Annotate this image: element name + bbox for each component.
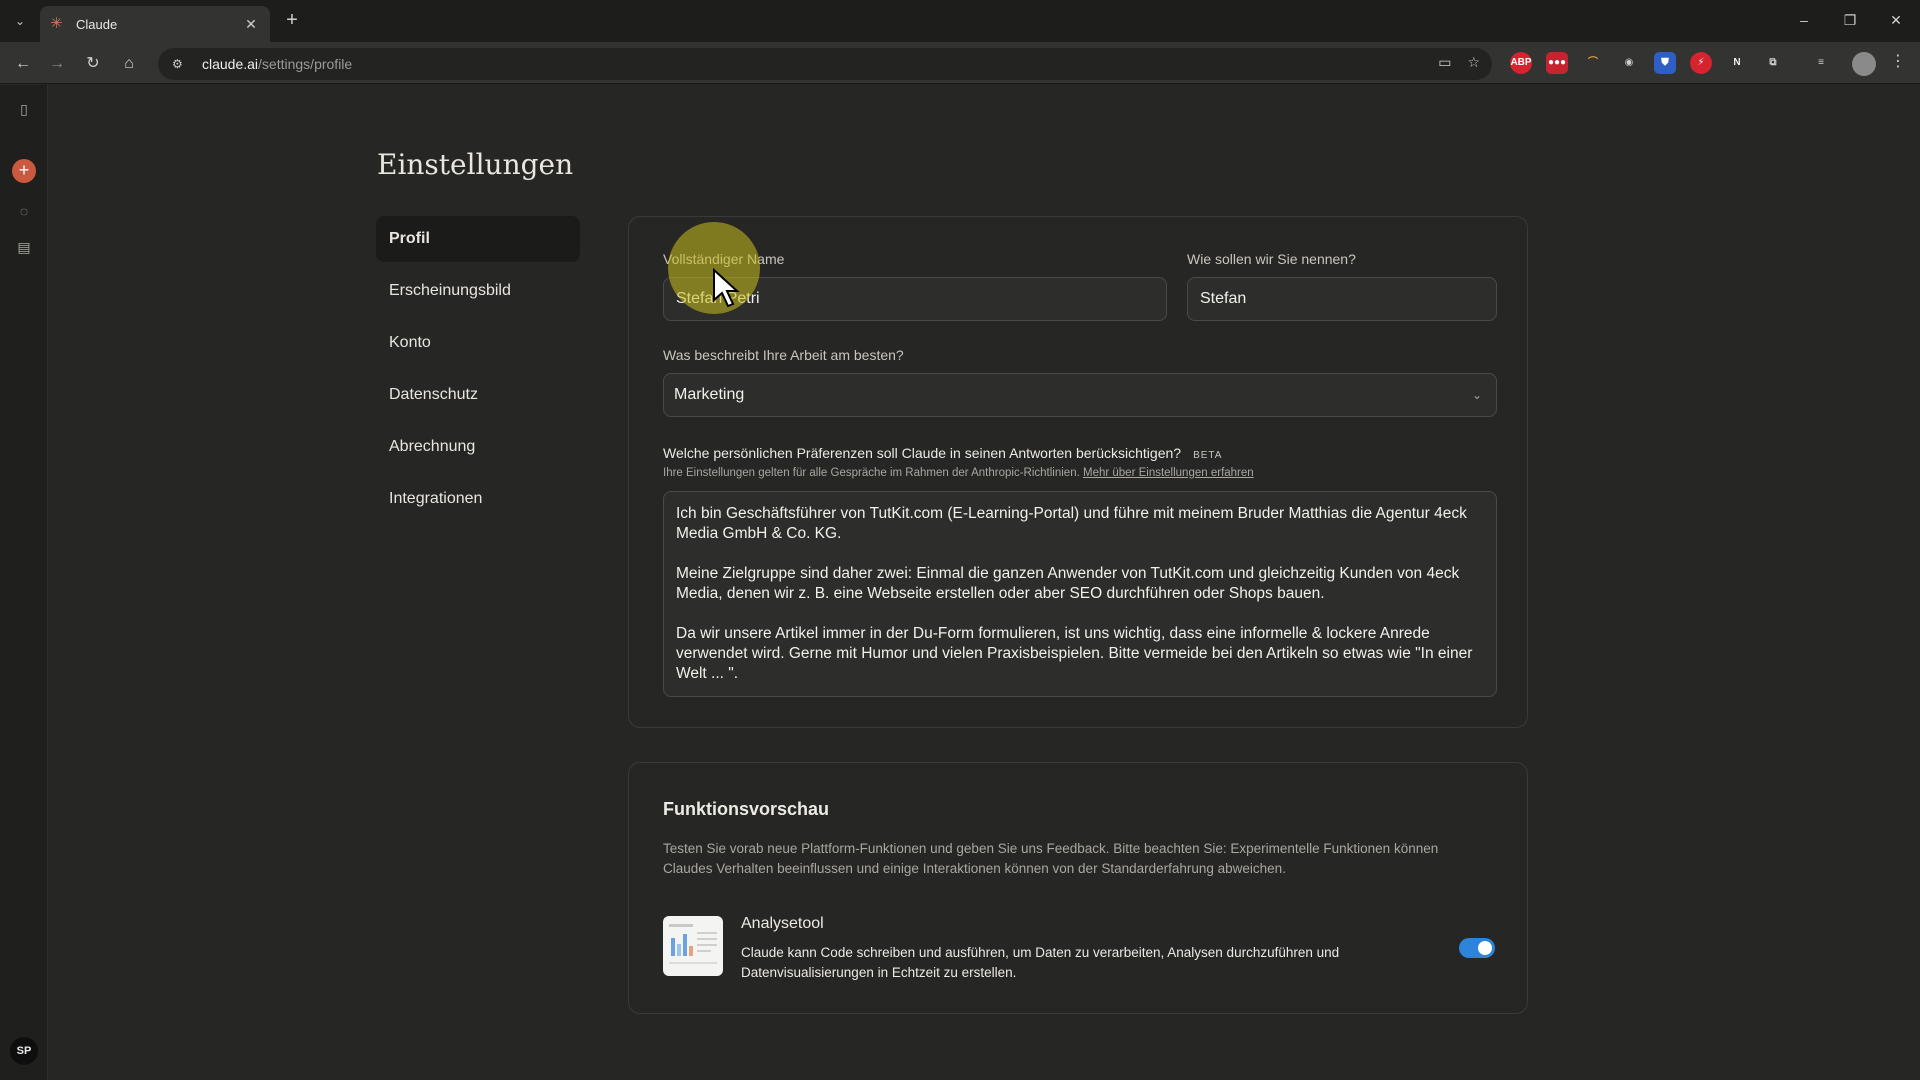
tab-list-chevron-icon[interactable]: ⌄ (8, 9, 32, 33)
settings-nav: Profil Erscheinungsbild Konto Datenschut… (376, 216, 580, 528)
work-select[interactable]: Marketing ⌄ (663, 373, 1497, 417)
back-arrow-icon[interactable]: ← (10, 51, 36, 77)
feature-name: Analysetool (741, 915, 824, 932)
sidebar-toggle-icon[interactable]: ▯ (14, 99, 34, 119)
url-host: claude.ai (202, 56, 259, 72)
settings-nav-profil[interactable]: Profil (376, 216, 580, 262)
beta-badge: BETA (1193, 450, 1223, 461)
browser-toolbar: ← → ↻ ⌂ ⚙ claude.ai/settings/profile ▭ ☆… (0, 42, 1920, 84)
red-extension-icon[interactable]: ⚡ (1690, 52, 1712, 74)
preferences-paragraph: Ich bin Geschäftsführer von TutKit.com (… (676, 505, 1467, 542)
chats-icon[interactable]: ◌ (14, 201, 34, 221)
nickname-input[interactable]: Stefan (1187, 277, 1497, 321)
browser-menu-dots-icon[interactable]: ⋮ (1890, 51, 1906, 71)
browser-tabbar: ⌄ ✳ Claude ✕ + – ❐ ✕ (0, 0, 1920, 42)
preferences-textarea[interactable]: Ich bin Geschäftsführer von TutKit.com (… (663, 491, 1497, 697)
settings-nav-datenschutz[interactable]: Datenschutz (376, 372, 580, 418)
restore-icon[interactable]: ❐ (1832, 8, 1868, 32)
feature-preview-card: Funktionsvorschau Testen Sie vorab neue … (628, 762, 1528, 1014)
password-extension-icon[interactable]: ●●● (1546, 52, 1568, 74)
nickname-label: Wie sollen wir Sie nennen? (1187, 251, 1356, 267)
new-tab-plus-icon[interactable]: + (280, 9, 304, 33)
preferences-hint: Ihre Einstellungen gelten für alle Gespr… (663, 467, 1254, 479)
chevron-down-icon: ⌄ (1471, 388, 1482, 402)
wave-extension-icon[interactable]: ⌒ (1582, 52, 1604, 74)
mouse-cursor-icon (713, 268, 740, 308)
home-icon[interactable]: ⌂ (116, 51, 142, 77)
projects-icon[interactable]: ▤ (14, 237, 34, 257)
preferences-paragraph: Da wir unsere Artikel immer in der Du-Fo… (676, 625, 1473, 682)
toggle-knob (1478, 941, 1492, 955)
preferences-learn-more-link[interactable]: Mehr über Einstellungen erfahren (1083, 467, 1254, 479)
profile-card: Vollständiger Name Stefan Petri Wie soll… (628, 216, 1528, 728)
address-bar[interactable]: ⚙ claude.ai/settings/profile ▭ ☆ (158, 48, 1492, 80)
preferences-question: Welche persönlichen Präferenzen soll Cla… (663, 445, 1222, 461)
minimize-icon[interactable]: – (1786, 8, 1822, 32)
preferences-paragraph: Meine Zielgruppe sind daher zwei: Einmal… (676, 565, 1460, 602)
window-close-icon[interactable]: ✕ (1878, 8, 1914, 32)
bookmark-star-icon[interactable]: ☆ (1467, 54, 1480, 71)
work-select-value: Marketing (674, 386, 745, 403)
analysis-tool-thumbnail (663, 916, 723, 976)
extensions-puzzle-icon[interactable]: ⧉ (1762, 52, 1784, 74)
work-label: Was beschreibt Ihre Arbeit am besten? (663, 347, 904, 363)
feature-preview-title: Funktionsvorschau (663, 799, 830, 819)
preferences-question-text: Welche persönlichen Präferenzen soll Cla… (663, 445, 1182, 461)
settings-nav-integrationen[interactable]: Integrationen (376, 476, 580, 522)
browser-profile-avatar[interactable] (1852, 52, 1876, 76)
site-info-icon[interactable]: ⚙ (172, 57, 188, 71)
tab-title: Claude (76, 16, 118, 32)
install-app-icon[interactable]: ▭ (1438, 54, 1451, 71)
extensions-bar: ABP ●●● ⌒ ◉ ⛊ ⚡ N ⧉ ≡ (1510, 52, 1832, 74)
reload-icon[interactable]: ↻ (80, 51, 106, 77)
camera-extension-icon[interactable]: ◉ (1618, 52, 1640, 74)
new-chat-button[interactable]: + (12, 159, 36, 183)
tab-close-icon[interactable]: ✕ (242, 16, 260, 33)
browser-tab[interactable]: ✳ Claude ✕ (40, 6, 270, 42)
url-path: /settings/profile (258, 56, 353, 72)
media-control-icon[interactable]: ≡ (1810, 52, 1832, 74)
page-title: Einstellungen (377, 148, 574, 181)
notion-extension-icon[interactable]: N (1726, 52, 1748, 74)
feature-description: Claude kann Code schreiben und ausführen… (741, 945, 1340, 980)
adblock-plus-icon[interactable]: ABP (1510, 52, 1532, 74)
forward-arrow-icon[interactable]: → (44, 51, 70, 77)
analysis-tool-toggle[interactable] (1459, 938, 1495, 958)
claude-favicon-icon: ✳ (50, 15, 63, 32)
settings-nav-abrechnung[interactable]: Abrechnung (376, 424, 580, 470)
settings-nav-konto[interactable]: Konto (376, 320, 580, 366)
user-avatar[interactable]: SP (10, 1037, 38, 1065)
settings-nav-erscheinungsbild[interactable]: Erscheinungsbild (376, 268, 580, 314)
preferences-hint-text: Ihre Einstellungen gelten für alle Gespr… (663, 467, 1080, 479)
feature-preview-description: Testen Sie vorab neue Plattform-Funktion… (663, 841, 1439, 876)
app-sidebar-rail: ▯ + ◌ ▤ SP (0, 85, 48, 1080)
bitwarden-shield-icon[interactable]: ⛊ (1654, 52, 1676, 74)
